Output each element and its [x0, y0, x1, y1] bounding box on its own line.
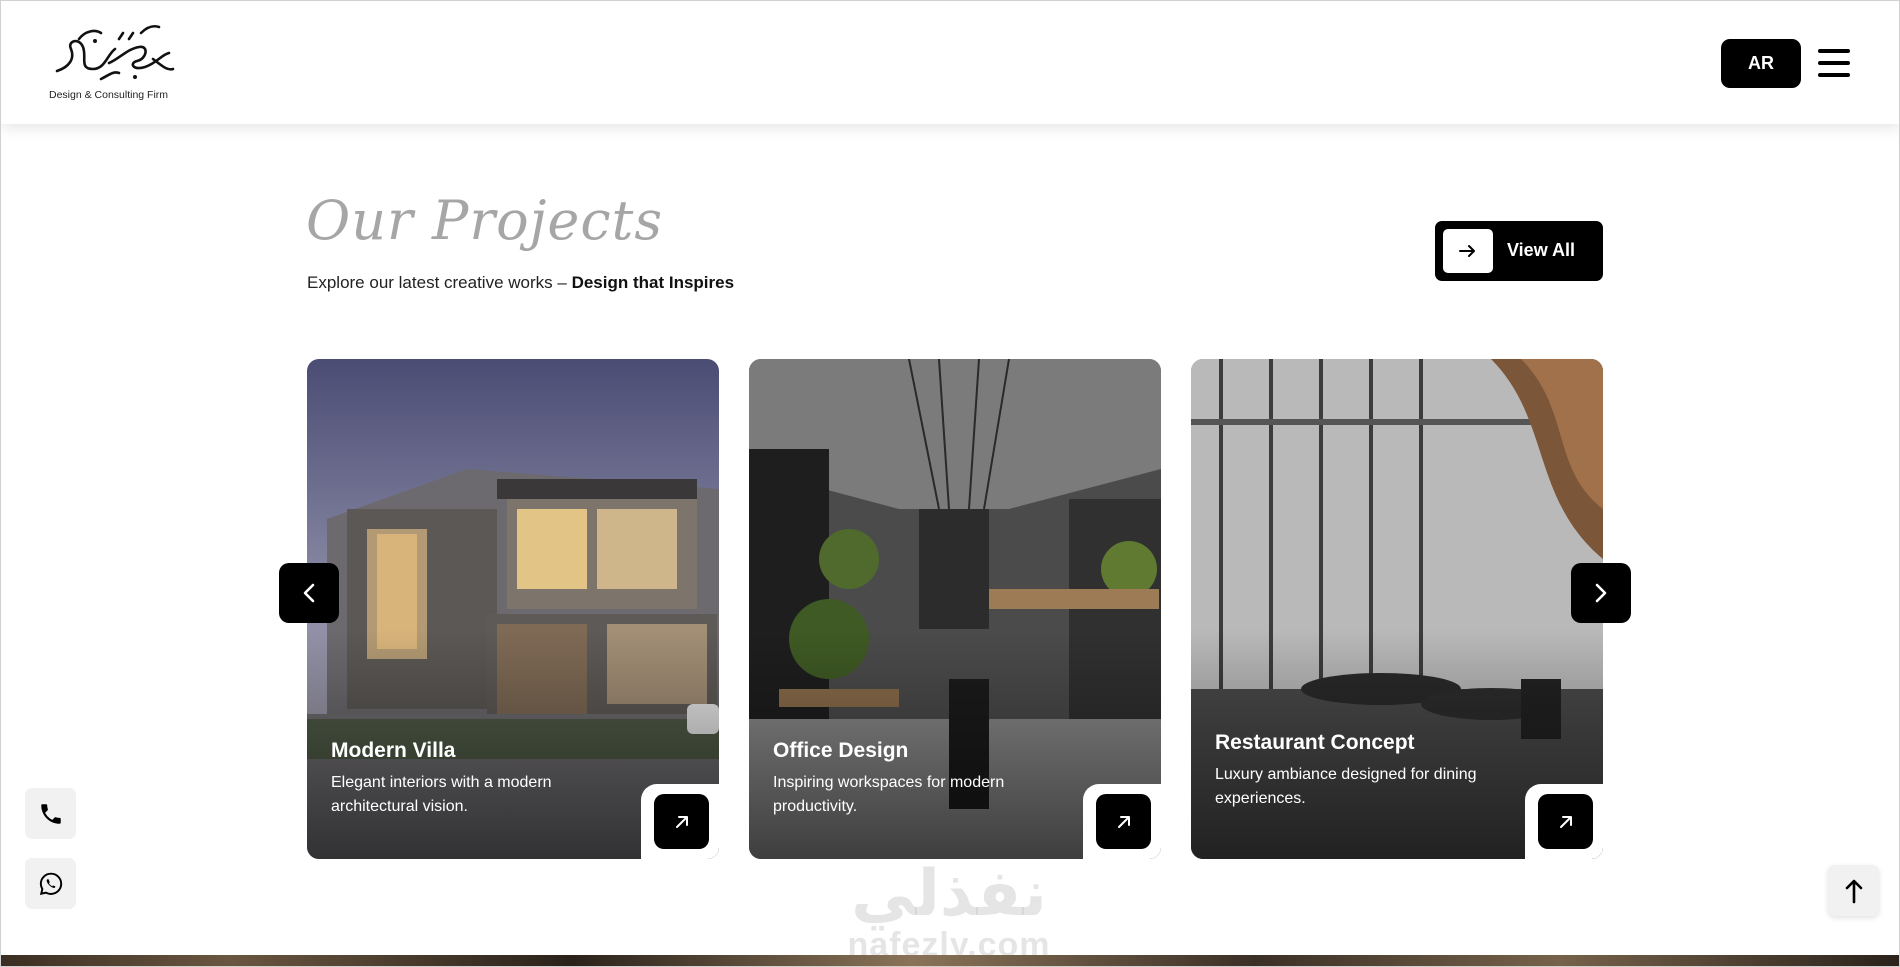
- phone-icon: [40, 803, 61, 824]
- carousel-next-button[interactable]: [1571, 563, 1631, 623]
- chevron-right-icon: [1595, 583, 1607, 603]
- section-title: Our Projects: [306, 189, 664, 252]
- card-description: Luxury ambiance designed for dining expe…: [1215, 766, 1477, 807]
- brand-logo[interactable]: Design & Consulting Firm: [49, 19, 179, 105]
- section-subtitle: Explore our latest creative works – Desi…: [307, 273, 734, 293]
- call-button[interactable]: [25, 788, 76, 839]
- hamburger-icon[interactable]: [1818, 49, 1850, 77]
- scroll-to-top-button[interactable]: [1828, 865, 1879, 916]
- view-all-label: View All: [1507, 240, 1576, 260]
- carousel-prev-button[interactable]: [279, 563, 339, 623]
- whatsapp-button[interactable]: [25, 858, 76, 909]
- arrow-right-icon: [1443, 229, 1493, 273]
- arrow-up-right-icon[interactable]: [1096, 794, 1151, 849]
- card-description: Inspiring workspaces for modern producti…: [773, 774, 1005, 815]
- logo-tagline: Design & Consulting Firm: [49, 89, 169, 101]
- arrow-up-right-icon[interactable]: [1538, 794, 1593, 849]
- view-all-button[interactable]: View All: [1435, 221, 1603, 281]
- menu-line: [1818, 49, 1850, 53]
- card-description: Elegant interiors with a modern architec…: [331, 774, 552, 815]
- project-card-office-design[interactable]: Office Design Inspiring workspaces for m…: [749, 359, 1161, 859]
- language-toggle-button[interactable]: AR: [1721, 39, 1801, 88]
- card-title: Restaurant Concept: [1215, 731, 1415, 754]
- project-card-restaurant-concept[interactable]: Restaurant Concept Luxury ambiance desig…: [1191, 359, 1603, 859]
- project-card-modern-villa[interactable]: Modern Villa Elegant interiors with a mo…: [307, 359, 719, 859]
- whatsapp-icon: [39, 872, 62, 895]
- arrow-up-right-icon[interactable]: [654, 794, 709, 849]
- subtitle-text: Explore our latest creative works –: [307, 273, 572, 292]
- page: Design & Consulting Firm AR Our Projects…: [0, 0, 1900, 967]
- subtitle-emphasis: Design that Inspires: [571, 273, 735, 292]
- watermark-arabic: نفذلي: [851, 857, 1047, 931]
- watermark: نفذلي nafezly.com: [839, 861, 1059, 963]
- next-section-preview: [1, 955, 1899, 966]
- menu-line: [1818, 73, 1850, 77]
- chevron-left-icon: [303, 583, 315, 603]
- card-title: Modern Villa: [331, 739, 456, 762]
- arrow-up-icon: [1845, 879, 1862, 903]
- calligraphy-logo-icon: [55, 24, 175, 81]
- site-header: Design & Consulting Firm AR: [1, 1, 1899, 124]
- menu-line: [1818, 61, 1850, 65]
- card-title: Office Design: [773, 739, 909, 762]
